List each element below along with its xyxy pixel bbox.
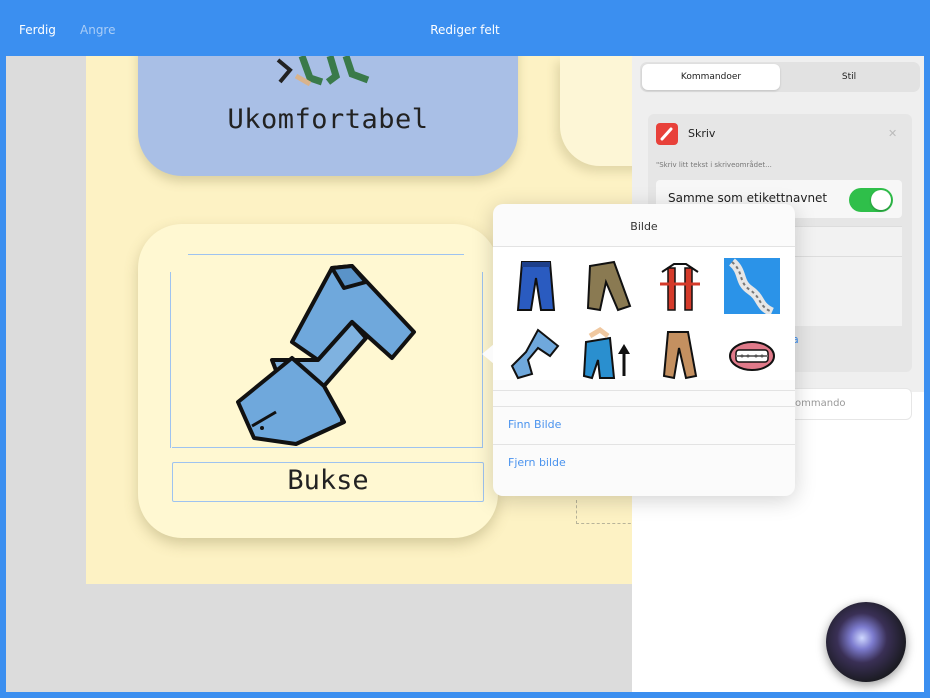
blue-jeans-icon[interactable] (508, 258, 564, 314)
command-description: "Skriv litt tekst i skriveområdet... (656, 161, 772, 169)
tab-kommandoer[interactable]: Kommandoer (642, 64, 780, 90)
tab-stil[interactable]: Stil (780, 64, 918, 90)
folded-jeans-icon[interactable] (232, 262, 422, 446)
cell-label-bukse: Bukse (287, 465, 369, 496)
brown-pants-icon[interactable] (580, 258, 636, 314)
pull-up-pants-icon[interactable] (580, 326, 636, 382)
cell-label-ukomfortabel: Ukomfortabel (227, 104, 429, 135)
segmented-control: Kommandoer Stil (640, 62, 920, 92)
toggle-knob (871, 190, 891, 210)
divider (493, 390, 795, 391)
divider (493, 406, 795, 407)
guide-line-top (188, 254, 464, 255)
braces-mouth-icon[interactable] (724, 326, 780, 382)
tan-pants-icon[interactable] (652, 326, 708, 382)
find-image-button[interactable]: Finn Bilde (508, 418, 561, 431)
rope-icon[interactable] (724, 258, 780, 314)
pencil-icon (656, 123, 678, 145)
red-suspenders-icon[interactable] (652, 258, 708, 314)
resize-handle[interactable] (576, 500, 636, 524)
top-bar: Ferdig Angre Rediger felt (0, 0, 930, 56)
divider (493, 246, 795, 247)
remove-image-button[interactable]: Fjern bilde (508, 456, 566, 469)
toggle-label: Samme som etikettnavnet (668, 191, 828, 205)
command-title: Skriv (688, 127, 716, 140)
folded-jeans-icon[interactable] (508, 326, 564, 382)
guide-line-bottom (172, 447, 482, 448)
add-command-label: ommando (795, 398, 846, 409)
page-title: Rediger felt (430, 23, 500, 37)
guide-line-left (170, 272, 171, 448)
siri-icon[interactable] (826, 602, 906, 682)
legs-icon (276, 56, 370, 86)
popover-title: Bilde (630, 220, 658, 233)
close-icon[interactable]: ✕ (888, 127, 897, 140)
divider (493, 444, 795, 445)
